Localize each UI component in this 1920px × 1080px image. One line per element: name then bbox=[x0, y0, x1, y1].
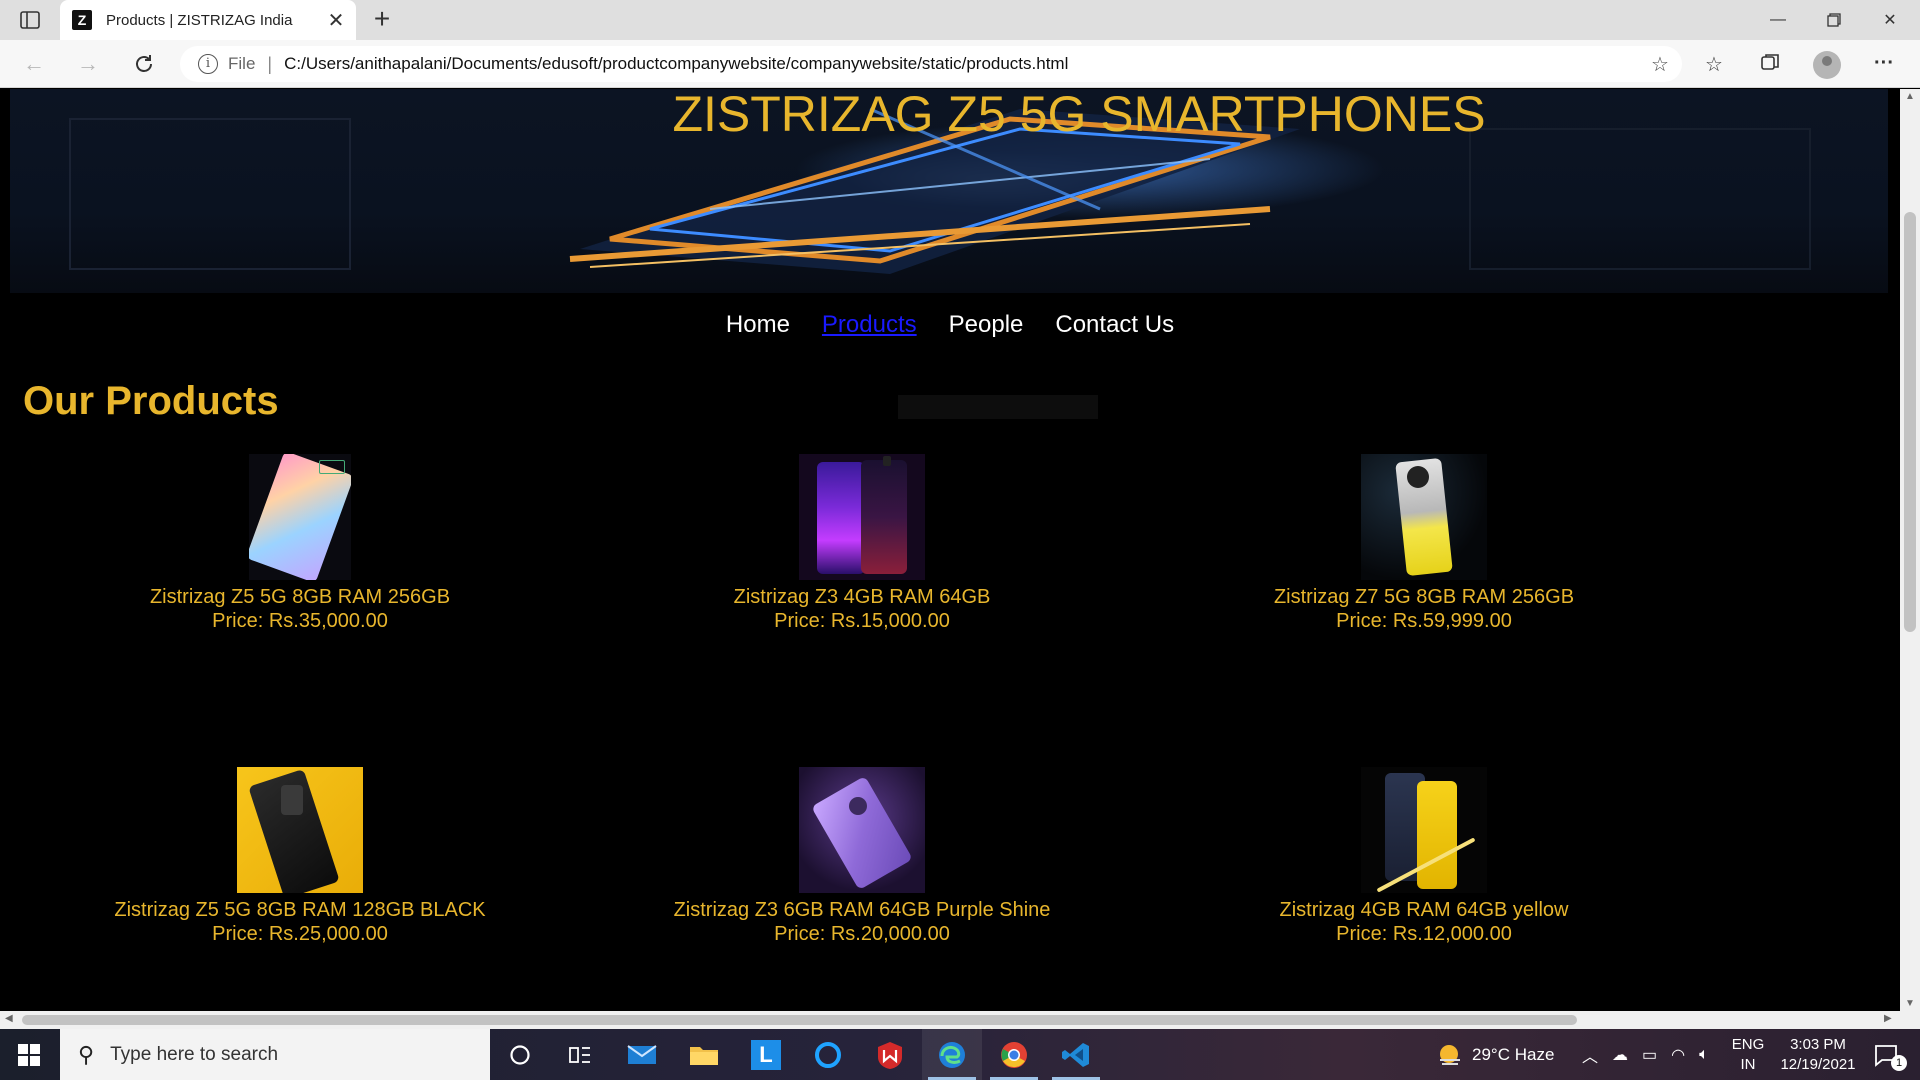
file-explorer-icon[interactable] bbox=[674, 1029, 734, 1080]
cortana-circle-icon[interactable] bbox=[490, 1029, 550, 1080]
minimize-icon[interactable]: — bbox=[1750, 0, 1806, 40]
product-price: Price: Rs.35,000.00 bbox=[212, 610, 388, 632]
haze-weather-icon bbox=[1440, 1044, 1460, 1065]
product-name[interactable]: Zistrizag Z3 6GB RAM 64GB Purple Shine bbox=[582, 898, 1142, 922]
browser-toolbar: ← → i File | C:/Users/anithapalani/Docum… bbox=[0, 40, 1920, 88]
back-arrow-icon[interactable]: ← bbox=[16, 48, 52, 80]
favorites-icon[interactable]: ☆ bbox=[1700, 52, 1728, 76]
search-placeholder: Type here to search bbox=[110, 1043, 279, 1065]
start-windows-icon[interactable] bbox=[0, 1029, 58, 1080]
horizontal-scroll-thumb[interactable] bbox=[22, 1015, 1577, 1025]
clock[interactable]: 3:03 PM 12/19/2021 bbox=[1768, 1035, 1868, 1075]
language-code: ENG bbox=[1731, 1036, 1765, 1053]
scroll-right-icon[interactable]: ▶ bbox=[1884, 1013, 1892, 1024]
restore-icon[interactable] bbox=[1806, 0, 1862, 40]
vertical-scrollbar[interactable]: ▲ ▼ bbox=[1900, 89, 1920, 1011]
product-card[interactable]: Zistrizag Z3 4GB RAM 64GB Price: Rs.15,0… bbox=[582, 454, 1142, 633]
scrollbar-corner bbox=[1900, 1011, 1920, 1029]
site-navigation: Home Products People Contact Us bbox=[0, 311, 1900, 339]
tab-actions-icon[interactable] bbox=[12, 8, 48, 32]
product-price: Price: Rs.12,000.00 bbox=[1336, 923, 1512, 945]
address-url[interactable]: C:/Users/anithapalani/Documents/edusoft/… bbox=[284, 54, 1068, 74]
collections-icon[interactable] bbox=[1756, 52, 1784, 76]
volume-icon[interactable]: 🔈︎ bbox=[1699, 1046, 1709, 1064]
more-options-icon[interactable]: ··· bbox=[1870, 52, 1898, 76]
phone-silver-yellow-image[interactable] bbox=[1361, 454, 1487, 580]
add-favorite-icon[interactable]: ☆ bbox=[1648, 52, 1672, 76]
banner-title: ZISTRIZAG Z5 5G SMARTPHONES bbox=[672, 89, 1486, 142]
nav-people[interactable]: People bbox=[949, 311, 1024, 339]
scroll-left-icon[interactable]: ◀ bbox=[5, 1013, 13, 1024]
site-info-icon[interactable]: i bbox=[198, 54, 218, 74]
l-app-icon[interactable]: L bbox=[736, 1029, 796, 1080]
address-separator: | bbox=[267, 53, 273, 74]
notification-count-badge: 1 bbox=[1891, 1055, 1907, 1071]
product-price: Price: Rs.15,000.00 bbox=[774, 610, 950, 632]
onedrive-cloud-icon[interactable]: ☁ bbox=[1612, 1045, 1628, 1065]
profile-avatar[interactable] bbox=[1813, 51, 1841, 79]
scroll-up-icon[interactable]: ▲ bbox=[1900, 91, 1920, 102]
phone-yellow-pair-image[interactable] bbox=[1361, 767, 1487, 893]
product-name[interactable]: Zistrizag Z5 5G 8GB RAM 128GB BLACK bbox=[20, 898, 580, 922]
product-price: Price: Rs.59,999.00 bbox=[1336, 610, 1512, 632]
vscode-icon[interactable] bbox=[1046, 1029, 1106, 1080]
search-icon: ⚲ bbox=[78, 1041, 95, 1067]
scroll-down-icon[interactable]: ▼ bbox=[1900, 998, 1920, 1009]
phone-purple-shine-image[interactable] bbox=[799, 767, 925, 893]
nav-products[interactable]: Products bbox=[822, 311, 917, 339]
forward-arrow-icon[interactable]: → bbox=[70, 48, 106, 80]
clock-date: 12/19/2021 bbox=[1780, 1056, 1856, 1073]
new-tab-icon[interactable]: + bbox=[366, 4, 398, 36]
region-code: IN bbox=[1740, 1056, 1756, 1073]
mail-icon[interactable] bbox=[612, 1029, 672, 1080]
system-tray: ︿ ☁ ▭ ◠ 🔈︎ bbox=[1582, 1029, 1709, 1080]
product-card[interactable]: Zistrizag Z5 5G 8GB RAM 256GB Price: Rs.… bbox=[20, 454, 580, 633]
product-card[interactable]: Zistrizag 4GB RAM 64GB yellow Price: Rs.… bbox=[1144, 767, 1704, 946]
phone-purple-popup-image[interactable] bbox=[799, 454, 925, 580]
display-icon[interactable]: ▭ bbox=[1642, 1045, 1657, 1065]
cortana-ring-icon[interactable] bbox=[798, 1029, 858, 1080]
horizontal-scrollbar[interactable]: ◀ ▶ bbox=[0, 1011, 1900, 1029]
weather-text: 29°C Haze bbox=[1472, 1044, 1555, 1064]
edge-browser-icon[interactable] bbox=[922, 1029, 982, 1080]
language-indicator[interactable]: ENG IN bbox=[1726, 1035, 1770, 1075]
close-tab-icon[interactable]: ✕ bbox=[324, 8, 348, 33]
product-price: Price: Rs.20,000.00 bbox=[774, 923, 950, 945]
wifi-icon[interactable]: ◠ bbox=[1671, 1045, 1685, 1065]
address-scheme: File bbox=[228, 54, 256, 73]
mcafee-shield-icon[interactable] bbox=[860, 1029, 920, 1080]
product-name[interactable]: Zistrizag 4GB RAM 64GB yellow bbox=[1144, 898, 1704, 922]
product-card[interactable]: Zistrizag Z3 6GB RAM 64GB Purple Shine P… bbox=[582, 767, 1142, 946]
section-heading: Our Products bbox=[23, 379, 279, 423]
chrome-browser-icon[interactable] bbox=[984, 1029, 1044, 1080]
task-view-icon[interactable] bbox=[550, 1029, 610, 1080]
product-name[interactable]: Zistrizag Z7 5G 8GB RAM 256GB bbox=[1144, 585, 1704, 609]
address-bar[interactable]: i File | C:/Users/anithapalani/Documents… bbox=[180, 46, 1682, 82]
hero-banner: ZISTRIZAG Z5 5G SMARTPHONES bbox=[10, 89, 1888, 293]
browser-tab[interactable]: Z Products | ZISTRIZAG India ✕ bbox=[60, 0, 356, 40]
product-name[interactable]: Zistrizag Z5 5G 8GB RAM 256GB bbox=[20, 585, 580, 609]
product-card[interactable]: Zistrizag Z5 5G 8GB RAM 128GB BLACK Pric… bbox=[20, 767, 580, 946]
nav-contact-us[interactable]: Contact Us bbox=[1055, 311, 1174, 339]
vertical-scroll-thumb[interactable] bbox=[1904, 212, 1916, 632]
windows-taskbar: ⚲ Type here to search L 29°C Haze ︿ ☁ ▭ … bbox=[0, 1029, 1920, 1080]
weather-widget[interactable]: 29°C Haze bbox=[1436, 1029, 1554, 1080]
taskbar-search-box[interactable]: ⚲ Type here to search bbox=[60, 1029, 490, 1080]
site-favicon-icon: Z bbox=[72, 10, 92, 30]
clock-time: 3:03 PM bbox=[1790, 1036, 1846, 1053]
product-price: Price: Rs.25,000.00 bbox=[212, 923, 388, 945]
product-card[interactable]: Zistrizag Z7 5G 8GB RAM 256GB Price: Rs.… bbox=[1144, 454, 1704, 633]
product-name[interactable]: Zistrizag Z3 4GB RAM 64GB bbox=[582, 585, 1142, 609]
notification-center-icon[interactable]: 1 bbox=[1866, 1029, 1907, 1080]
nav-home[interactable]: Home bbox=[726, 311, 790, 339]
close-window-icon[interactable]: ✕ bbox=[1862, 0, 1918, 40]
faint-overlay-box bbox=[898, 395, 1098, 419]
tab-title: Products | ZISTRIZAG India bbox=[106, 11, 293, 29]
page-viewport: ZISTRIZAG Z5 5G SMARTPHONES Home Product… bbox=[0, 89, 1900, 1011]
show-hidden-icons-chevron-icon[interactable]: ︿ bbox=[1582, 1043, 1598, 1067]
phone-iridescent-image[interactable] bbox=[249, 454, 351, 580]
phone-black-on-yellow-image[interactable] bbox=[237, 767, 363, 893]
refresh-icon[interactable] bbox=[126, 48, 162, 80]
browser-tab-bar: Z Products | ZISTRIZAG India ✕ + — ✕ bbox=[0, 0, 1920, 40]
